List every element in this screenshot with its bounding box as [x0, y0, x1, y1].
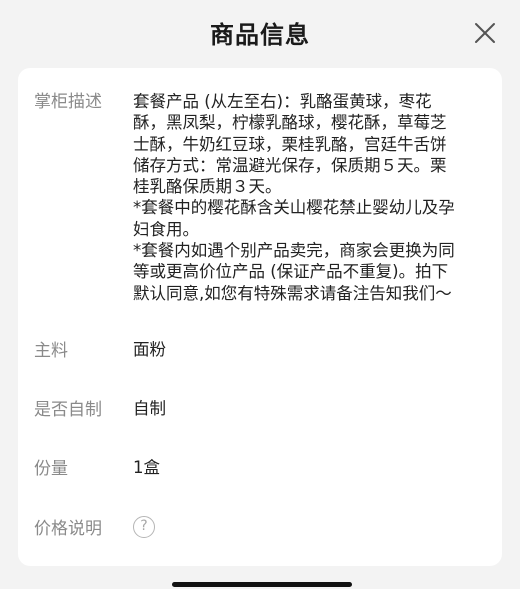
description-line: 桂乳酪保质期３天。 [133, 177, 282, 197]
self-made-label: 是否自制 [34, 400, 102, 420]
self-made-value: 自制 [133, 399, 166, 418]
description-line: 套餐产品 (从左至右)：乳酪蛋黄球，枣花 [133, 92, 432, 111]
home-indicator [172, 582, 352, 587]
quantity-value: 1盒 [133, 458, 160, 477]
description-line: *套餐中的樱花酥含关山樱花禁止婴幼儿及孕 [133, 198, 455, 218]
product-info-sheet: 商品信息 掌柜描述 套餐产品 (从左至右)：乳酪蛋黄球，枣花 酥，黑凤梨，柠檬乳… [0, 0, 520, 589]
close-button[interactable] [472, 20, 498, 46]
description-line: 士酥，牛奶红豆球，栗桂乳酪，宫廷牛舌饼 [133, 134, 447, 154]
description-line: 储存方式：常温避光保存，保质期５天。栗 [133, 155, 447, 175]
sheet-header: 商品信息 [0, 0, 520, 66]
description-row: 掌柜描述 套餐产品 (从左至右)：乳酪蛋黄球，枣花 酥，黑凤梨，柠檬乳酪球，樱花… [18, 90, 502, 340]
product-info-card: 掌柜描述 套餐产品 (从左至右)：乳酪蛋黄球，枣花 酥，黑凤梨，柠檬乳酪球，樱花… [18, 68, 502, 566]
description-line: *套餐内如遇个别产品卖完，商家会更换为同 [133, 241, 455, 261]
description-line: 默认同意,如您有特殊需求请备注告知我们～ [133, 283, 452, 303]
description-text: 套餐产品 (从左至右)：乳酪蛋黄球，枣花 酥，黑凤梨，柠檬乳酪球，樱花酥，草莓芝… [133, 91, 483, 304]
close-icon [475, 23, 495, 43]
question-circle-icon[interactable]: ? [133, 516, 155, 538]
price-note-label: 价格说明 [34, 519, 102, 539]
quantity-label: 份量 [34, 459, 68, 479]
description-line: 等或更高价位产品 (保证产品不重复)。拍下 [133, 262, 449, 282]
description-line: 酥，黑凤梨，柠檬乳酪球，樱花酥，草莓芝 [133, 113, 447, 133]
main-ingredient-value: 面粉 [133, 340, 166, 359]
description-label: 掌柜描述 [34, 92, 102, 112]
description-line: 妇食用。 [133, 219, 199, 239]
main-ingredient-label: 主料 [34, 341, 68, 361]
page-title: 商品信息 [210, 21, 310, 49]
